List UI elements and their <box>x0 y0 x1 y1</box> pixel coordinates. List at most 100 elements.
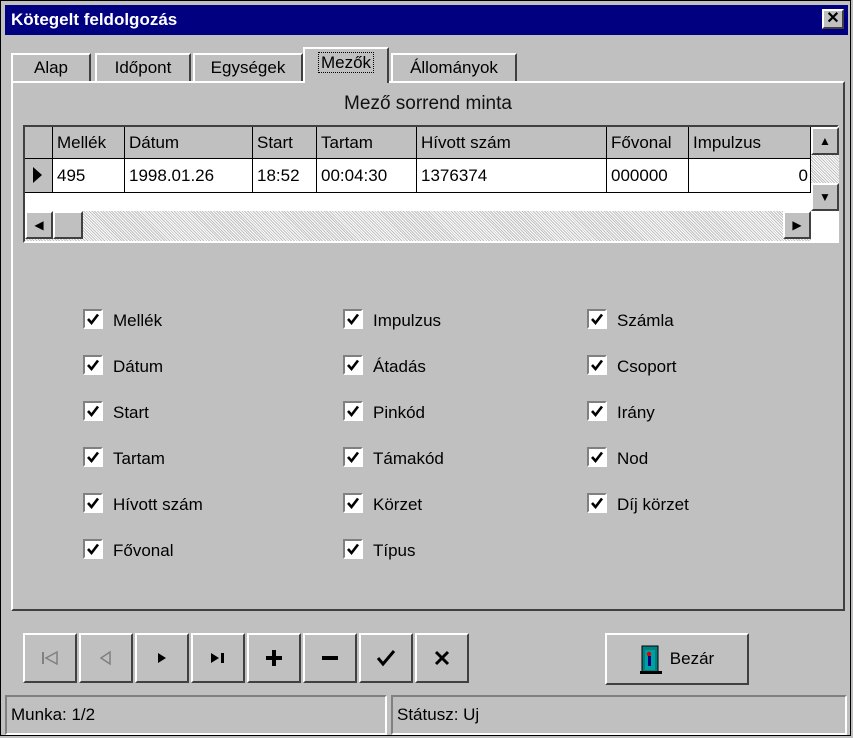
title-bar: Kötegelt feldolgozás ✕ <box>5 5 848 35</box>
field-checkbox[interactable]: Pinkód <box>343 401 425 425</box>
status-work: Munka: 1/2 <box>5 695 387 735</box>
checkmark-icon <box>87 359 100 372</box>
scroll-thumb[interactable] <box>53 211 83 239</box>
checkbox-box[interactable] <box>83 401 103 421</box>
checkmark-icon <box>591 359 604 372</box>
last-record-button[interactable] <box>191 633 245 683</box>
checkbox-label: Mellék <box>113 311 163 330</box>
column-header[interactable]: Tartam <box>317 127 417 159</box>
checkbox-label: Számla <box>617 311 674 330</box>
checkbox-box[interactable] <box>343 447 363 467</box>
table-cell[interactable]: 1376374 <box>417 159 607 193</box>
checkmark-icon <box>347 497 360 510</box>
column-header[interactable]: Hívott szám <box>417 127 607 159</box>
tab-allomanyok[interactable]: Állományok <box>391 53 517 83</box>
column-header[interactable]: Dátum <box>125 127 253 159</box>
field-checkbox[interactable]: Dátum <box>83 355 163 379</box>
field-checkbox[interactable]: Körzet <box>343 493 422 517</box>
tab-label: Mezők <box>317 52 375 73</box>
next-record-button[interactable] <box>135 633 189 683</box>
checkbox-label: Támakód <box>373 449 444 468</box>
first-record-icon <box>42 650 58 666</box>
field-checkbox[interactable]: Mellék <box>83 309 162 333</box>
field-checkbox[interactable]: Csoport <box>587 355 677 379</box>
delete-record-button[interactable] <box>303 633 357 683</box>
sample-grid-caption: Mező sorrend minta <box>344 93 512 114</box>
checkbox-box[interactable] <box>343 493 363 513</box>
table-cell[interactable]: 495 <box>53 159 125 193</box>
checkbox-box[interactable] <box>83 309 103 329</box>
field-checkbox[interactable]: Irány <box>587 401 655 425</box>
scroll-down-icon[interactable]: ▼ <box>811 183 839 211</box>
column-header[interactable]: Impulzus <box>689 127 811 159</box>
insert-record-button[interactable] <box>247 633 301 683</box>
checkmark-icon <box>347 451 360 464</box>
checkbox-box[interactable] <box>587 447 607 467</box>
checkbox-box[interactable] <box>343 309 363 329</box>
checkbox-box[interactable] <box>343 355 363 375</box>
column-header[interactable]: Start <box>253 127 317 159</box>
checkbox-label: Típus <box>373 541 416 560</box>
field-checkbox[interactable]: Start <box>83 401 149 425</box>
table-cell[interactable]: 18:52 <box>253 159 317 193</box>
batch-processing-window: Kötegelt feldolgozás ✕ Alap Időpont Egys… <box>0 0 851 736</box>
checkmark-icon <box>87 451 100 464</box>
post-record-button[interactable] <box>359 633 413 683</box>
checkbox-box[interactable] <box>587 493 607 513</box>
horizontal-scrollbar[interactable]: ◀ ▶ <box>25 211 811 241</box>
tab-label: Állományok <box>410 58 498 77</box>
table-cell[interactable]: 00:04:30 <box>317 159 417 193</box>
checkbox-box[interactable] <box>83 493 103 513</box>
table-cell[interactable]: 1998.01.26 <box>125 159 253 193</box>
checkbox-box[interactable] <box>587 401 607 421</box>
checkmark-icon <box>347 405 360 418</box>
checkbox-box[interactable] <box>587 355 607 375</box>
sample-grid[interactable]: Mellék Dátum Start Tartam Hívott szám Fő… <box>23 125 839 243</box>
column-header[interactable]: Fővonal <box>607 127 689 159</box>
checkbox-box[interactable] <box>587 309 607 329</box>
column-header[interactable]: Mellék <box>53 127 125 159</box>
checkmark-icon <box>591 313 604 326</box>
vertical-scrollbar[interactable]: ▲ ▼ <box>811 127 839 211</box>
checkbox-box[interactable] <box>83 539 103 559</box>
field-checkbox[interactable]: Számla <box>587 309 674 333</box>
scroll-left-icon[interactable]: ◀ <box>25 211 53 239</box>
tab-idopont[interactable]: Időpont <box>95 53 191 83</box>
checkmark-icon <box>591 451 604 464</box>
checkbox-label: Csoport <box>617 357 677 376</box>
checkbox-label: Nod <box>617 449 649 468</box>
field-checkbox[interactable]: Tartam <box>83 447 165 471</box>
checkbox-box[interactable] <box>343 539 363 559</box>
tab-mezok[interactable]: Mezők <box>303 47 389 83</box>
prior-record-button[interactable] <box>79 633 133 683</box>
tab-egysegek[interactable]: Egységek <box>193 53 303 83</box>
first-record-button[interactable] <box>23 633 77 683</box>
checkbox-box[interactable] <box>83 447 103 467</box>
delete-record-icon <box>322 656 338 660</box>
table-cell[interactable]: 0 <box>689 159 811 193</box>
tab-label: Alap <box>33 58 69 77</box>
checkbox-box[interactable] <box>83 355 103 375</box>
field-checkbox[interactable]: Fővonal <box>83 539 173 563</box>
tab-alap[interactable]: Alap <box>11 53 91 83</box>
cancel-record-button[interactable] <box>415 633 469 683</box>
scroll-right-icon[interactable]: ▶ <box>783 211 811 239</box>
tab-label: Egységek <box>210 58 286 77</box>
field-checkbox[interactable]: Nod <box>587 447 648 471</box>
table-cell[interactable]: 000000 <box>607 159 689 193</box>
last-record-icon <box>211 653 224 663</box>
close-button[interactable]: Bezár <box>605 633 749 685</box>
field-checkbox[interactable]: Típus <box>343 539 416 563</box>
field-checkbox[interactable]: Átadás <box>343 355 426 379</box>
field-checkbox[interactable]: Támakód <box>343 447 444 471</box>
field-checkbox[interactable]: Díj körzet <box>587 493 689 517</box>
field-checkbox[interactable]: Impulzus <box>343 309 441 333</box>
checkbox-label: Pinkód <box>373 403 425 422</box>
field-checkbox[interactable]: Hívott szám <box>83 493 203 517</box>
row-pointer-icon <box>33 167 42 183</box>
close-window-button[interactable]: ✕ <box>822 9 844 29</box>
checkmark-icon <box>347 313 360 326</box>
door-exit-icon <box>639 645 662 674</box>
checkbox-box[interactable] <box>343 401 363 421</box>
scroll-up-icon[interactable]: ▲ <box>811 127 839 155</box>
